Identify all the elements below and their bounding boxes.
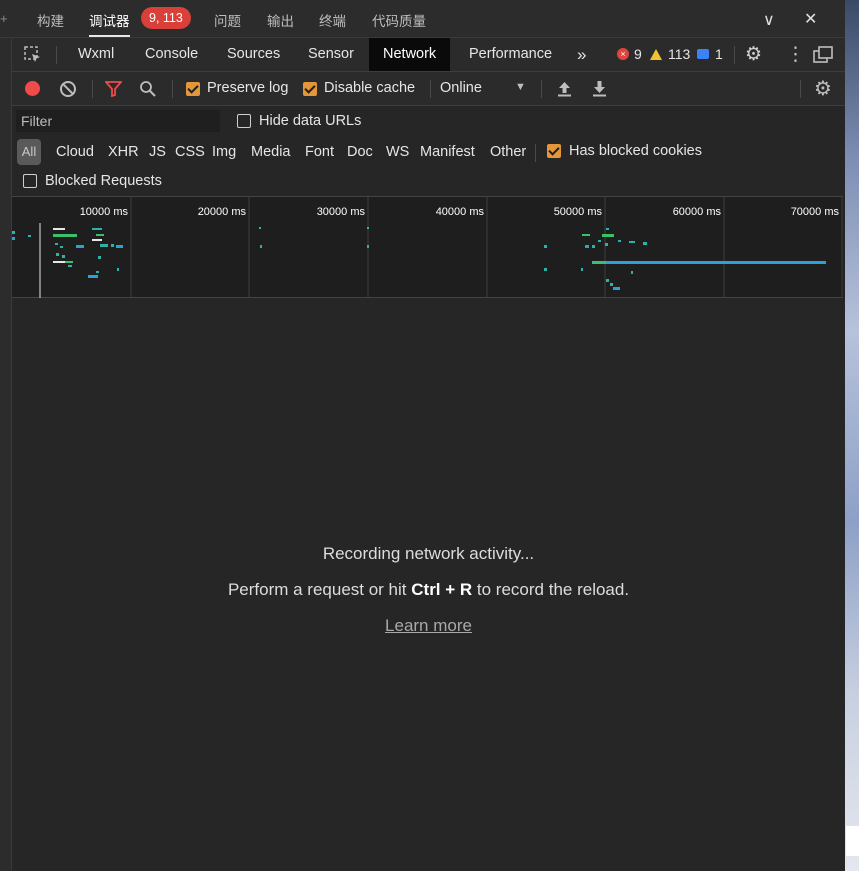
hide-data-urls-label: Hide data URLs [259,113,362,129]
filter-type-js[interactable]: JS [149,144,166,160]
filter-type-xhr[interactable]: XHR [108,144,139,160]
has-blocked-cookies-label: Has blocked cookies [569,143,702,159]
disable-cache-label: Disable cache [324,80,416,96]
learn-more-link[interactable]: Learn more [12,616,845,636]
error-icon: × [617,48,629,60]
throttling-select[interactable]: Online [440,80,482,96]
tick-label: 20000 ms [198,206,247,218]
disable-cache-checkbox[interactable] [303,82,317,96]
export-har-icon[interactable] [592,80,607,97]
message-counter[interactable]: 1 [697,46,723,62]
network-toolbar: Preserve log Disable cache Online ▼ ⚙ [12,72,845,106]
request-marks [12,227,826,290]
filter-type-cloud[interactable]: Cloud [56,144,94,160]
divider [541,80,542,98]
debugger-count-badge: 9, 113 [141,7,191,29]
close-icon[interactable]: ✕ [804,9,817,29]
filter-type-css[interactable]: CSS [175,144,205,160]
divider [92,80,93,98]
record-icon[interactable] [25,81,40,96]
warning-counter[interactable]: 113 [650,46,690,62]
filter-type-other[interactable]: Other [490,144,526,160]
desktop-window-fragment [846,826,859,856]
blocked-requests-label: Blocked Requests [45,173,162,189]
import-har-icon[interactable] [557,80,572,97]
dropdown-arrow-icon[interactable]: ▼ [515,81,526,93]
network-settings-icon[interactable]: ⚙ [814,76,832,101]
tab-problems[interactable]: 问题 [214,10,241,30]
panel-edge-glyph: + [0,11,8,26]
error-count: 9 [634,46,642,62]
element-picker-icon[interactable] [24,46,42,64]
overview-chart: 10000 ms 20000 ms 30000 ms 40000 ms 5000… [12,197,843,299]
hint-suffix: to record the reload. [472,580,630,599]
error-counter[interactable]: × 9 [617,46,642,62]
tab-performance[interactable]: Performance [469,38,552,71]
filter-icon[interactable] [105,81,122,97]
divider [56,46,57,64]
more-options-icon[interactable]: ⋮ [786,38,805,71]
devtools-panel-tabs: Wxml Console Sources Sensor Network Perf… [12,38,845,72]
tab-terminal[interactable]: 终端 [319,10,346,30]
divider [734,46,735,64]
filter-bar: Hide data URLs All Cloud XHR JS CSS Img … [12,106,845,196]
divider [430,80,431,98]
filter-type-font[interactable]: Font [305,144,334,160]
filter-type-doc[interactable]: Doc [347,144,373,160]
tab-code-quality[interactable]: 代码质量 [372,10,426,30]
filter-type-all[interactable]: All [17,139,41,165]
tab-debugger[interactable]: 调试器 [89,10,130,37]
ide-tab-bar: + 构建 调试器 9, 113 问题 输出 终端 代码质量 ∨ ✕ [0,0,845,38]
empty-state-hint: Perform a request or hit Ctrl + R to rec… [12,580,845,600]
left-side-strip [0,38,12,871]
tick-label: 10000 ms [80,206,129,218]
more-tabs-icon[interactable]: » [577,38,586,71]
divider [800,80,801,98]
tab-wxml[interactable]: Wxml [78,38,114,71]
tab-output[interactable]: 输出 [267,10,294,30]
network-request-list: Recording network activity... Perform a … [12,298,845,871]
empty-state-title: Recording network activity... [322,544,535,563]
undock-icon[interactable] [813,46,833,64]
message-count: 1 [715,46,723,62]
search-icon[interactable] [139,80,157,98]
tab-console[interactable]: Console [145,38,198,71]
tab-build[interactable]: 构建 [37,10,64,30]
tick-label: 30000 ms [317,206,366,218]
filter-type-ws[interactable]: WS [386,144,409,160]
tab-sources[interactable]: Sources [227,38,280,71]
filter-input[interactable] [16,110,220,132]
desktop-background-strip [845,0,859,871]
tick-label: 50000 ms [554,206,603,218]
divider [172,80,173,98]
tick-label: 40000 ms [436,206,485,218]
network-overview-timeline[interactable]: 10000 ms 20000 ms 30000 ms 40000 ms 5000… [12,196,843,299]
hint-shortcut: Ctrl + R [411,580,473,599]
warning-icon [650,48,662,60]
tab-sensor[interactable]: Sensor [308,38,354,71]
filter-type-media[interactable]: Media [251,144,291,160]
clear-icon[interactable] [60,81,76,97]
warning-count: 113 [668,46,691,62]
preserve-log-label: Preserve log [207,80,289,96]
has-blocked-cookies-checkbox[interactable] [547,144,561,158]
blocked-requests-checkbox[interactable] [23,174,37,188]
hint-prefix: Perform a request or hit [227,580,412,599]
settings-gear-icon[interactable]: ⚙ [745,38,762,71]
tab-network[interactable]: Network [369,38,451,71]
preserve-log-checkbox[interactable] [186,82,200,96]
tick-label: 70000 ms [791,206,840,218]
chevron-down-icon[interactable]: ∨ [763,10,775,30]
tick-label: 60000 ms [673,206,722,218]
divider [535,144,536,162]
filter-type-manifest[interactable]: Manifest [420,144,475,160]
filter-type-img[interactable]: Img [212,144,236,160]
hide-data-urls-checkbox[interactable] [237,114,251,128]
message-icon [697,49,709,59]
